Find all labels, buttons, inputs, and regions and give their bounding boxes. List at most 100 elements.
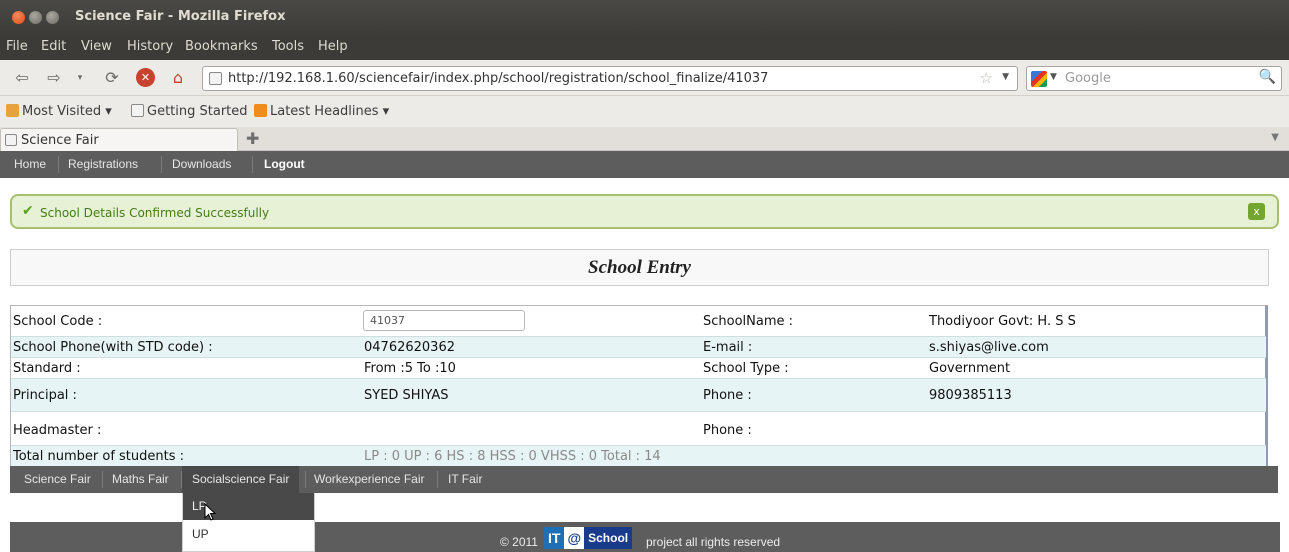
- success-message: ✔ School Details Confirmed Successfully …: [10, 194, 1279, 229]
- students-value: LP : 0 UP : 6 HS : 8 HSS : 0 VHSS : 0 To…: [364, 449, 661, 464]
- socialscience-dropdown-menu: LP UP: [182, 493, 315, 552]
- tab-socialscience-fair-menu[interactable]: Socialscience Fair: [182, 466, 300, 493]
- tab-science-fair-menu[interactable]: Science Fair: [24, 466, 91, 493]
- page-icon: [131, 104, 144, 117]
- logo-it-text: IT: [544, 527, 565, 549]
- dropdown-item-up[interactable]: UP: [183, 521, 314, 548]
- search-engine-icon[interactable]: [1031, 71, 1047, 87]
- page-icon: [5, 134, 17, 146]
- bookmark-getting-started-label: Getting Started: [147, 104, 248, 119]
- search-engine-dropdown-icon[interactable]: ▼: [1050, 72, 1057, 82]
- principal-phone-label: Phone :: [703, 388, 752, 403]
- table-row: School Phone(with STD code) : 0476262036…: [11, 337, 1266, 358]
- email-label: E-mail :: [703, 340, 753, 355]
- logo-at-text: @: [564, 527, 585, 549]
- reload-icon[interactable]: ⟳: [102, 68, 122, 88]
- window-minimize-button[interactable]: [29, 11, 42, 24]
- tab-science-fair[interactable]: Science Fair: [0, 128, 238, 151]
- school-details-table: School Code : 41037 SchoolName : Thodiyo…: [10, 305, 1268, 466]
- nav-divider: [58, 156, 59, 173]
- site-identity-icon[interactable]: [209, 72, 222, 85]
- stop-icon[interactable]: ✕: [136, 68, 155, 87]
- new-tab-icon[interactable]: ✚: [246, 129, 259, 148]
- email-value: s.shiyas@live.com: [929, 340, 1049, 355]
- search-box[interactable]: ▼ Google 🔍: [1026, 66, 1282, 91]
- mouse-cursor-icon: [204, 503, 217, 521]
- headmaster-phone-label: Phone :: [703, 423, 752, 438]
- navigation-toolbar: ⇦ ⇨ ▾ ⟳ ✕ ⌂ http://192.168.1.60/sciencef…: [0, 60, 1289, 96]
- rss-icon: [254, 104, 267, 117]
- tab-list-dropdown-icon[interactable]: ▼: [1271, 132, 1279, 143]
- menu-bookmarks[interactable]: Bookmarks: [185, 39, 258, 54]
- table-row: School Code : 41037 SchoolName : Thodiyo…: [11, 306, 1266, 337]
- nav-downloads[interactable]: Downloads: [172, 151, 231, 178]
- standard-label: Standard :: [13, 361, 81, 376]
- bookmark-getting-started[interactable]: Getting Started: [131, 104, 248, 119]
- back-icon[interactable]: ⇦: [12, 68, 32, 88]
- footer-copyright: © 2011: [500, 535, 538, 549]
- fair-navigation: Science Fair Maths Fair Socialscience Fa…: [10, 466, 1278, 493]
- search-icon[interactable]: 🔍: [1259, 69, 1276, 85]
- close-message-button[interactable]: x: [1248, 203, 1265, 220]
- nav-registrations[interactable]: Registrations: [68, 151, 138, 178]
- window-maximize-button[interactable]: [46, 11, 59, 24]
- checkmark-icon: ✔: [22, 203, 34, 219]
- school-phone-value: 04762620362: [364, 340, 455, 355]
- tab-strip: Science Fair ✚ ▼: [0, 127, 1289, 151]
- table-row: Standard : From :5 To :10 School Type : …: [11, 358, 1266, 379]
- forward-icon[interactable]: ⇨: [44, 68, 64, 88]
- school-phone-label: School Phone(with STD code) :: [13, 340, 213, 355]
- nav-divider: [437, 471, 438, 488]
- menu-view[interactable]: View: [81, 39, 112, 54]
- address-bar[interactable]: http://192.168.1.60/sciencefair/index.ph…: [202, 66, 1018, 91]
- principal-phone-value: 9809385113: [929, 388, 1012, 403]
- menu-edit[interactable]: Edit: [41, 39, 66, 54]
- nav-home[interactable]: Home: [14, 151, 46, 178]
- window-close-button[interactable]: [12, 11, 25, 24]
- nav-logout[interactable]: Logout: [264, 151, 305, 178]
- tab-label: Science Fair: [21, 133, 99, 148]
- footer-text: project all rights reserved: [646, 535, 781, 549]
- bookmark-star-icon[interactable]: ☆: [980, 69, 993, 87]
- home-icon[interactable]: ⌂: [168, 68, 188, 88]
- tab-it-fair-menu[interactable]: IT Fair: [448, 466, 482, 493]
- standard-value: From :5 To :10: [364, 361, 456, 376]
- nav-divider: [252, 156, 253, 173]
- bookmarks-toolbar: Most Visited ▾ Getting Started Latest He…: [0, 96, 1289, 127]
- logo-school-text: School: [584, 527, 633, 549]
- school-type-label: School Type :: [703, 361, 789, 376]
- menu-help[interactable]: Help: [318, 39, 348, 54]
- page-title: School Entry: [10, 249, 1269, 286]
- nav-divider: [305, 471, 306, 488]
- success-message-text: School Details Confirmed Successfully: [40, 206, 270, 220]
- table-row: Principal : SYED SHIYAS Phone : 98093851…: [11, 379, 1266, 412]
- principal-value: SYED SHIYAS: [364, 388, 449, 403]
- url-dropdown-icon[interactable]: ▼: [1002, 72, 1009, 82]
- site-navigation: Home Registrations Downloads Logout: [0, 151, 1289, 178]
- it-school-logo: IT @ School: [544, 527, 633, 549]
- tab-workexperience-fair-menu[interactable]: Workexperience Fair: [314, 466, 424, 493]
- principal-label: Principal :: [13, 388, 77, 403]
- table-row: Total number of students : LP : 0 UP : 6…: [11, 446, 1266, 466]
- url-text[interactable]: http://192.168.1.60/sciencefair/index.ph…: [228, 71, 768, 86]
- nav-divider: [161, 156, 162, 173]
- bookmark-latest-headlines[interactable]: Latest Headlines ▾: [254, 104, 389, 119]
- tab-maths-fair-menu[interactable]: Maths Fair: [112, 466, 169, 493]
- school-code-input[interactable]: 41037: [363, 310, 525, 331]
- nav-divider: [102, 471, 103, 488]
- menu-file[interactable]: File: [6, 39, 28, 54]
- menu-tools[interactable]: Tools: [272, 39, 304, 54]
- students-label: Total number of students :: [13, 449, 185, 464]
- headmaster-label: Headmaster :: [13, 423, 102, 438]
- bookmark-most-visited[interactable]: Most Visited ▾: [6, 104, 112, 119]
- bookmark-latest-headlines-label: Latest Headlines ▾: [270, 104, 390, 119]
- menu-history[interactable]: History: [127, 39, 173, 54]
- window-title: Science Fair - Mozilla Firefox: [75, 9, 286, 24]
- search-input[interactable]: Google: [1065, 71, 1111, 86]
- dropdown-item-lp[interactable]: LP: [183, 493, 314, 520]
- table-row: Headmaster : Phone :: [11, 412, 1266, 446]
- menu-bar: File Edit View History Bookmarks Tools H…: [0, 36, 1289, 60]
- school-name-label: SchoolName :: [703, 314, 794, 329]
- history-dropdown-icon[interactable]: ▾: [70, 68, 90, 88]
- window-titlebar: Science Fair - Mozilla Firefox: [0, 0, 1289, 36]
